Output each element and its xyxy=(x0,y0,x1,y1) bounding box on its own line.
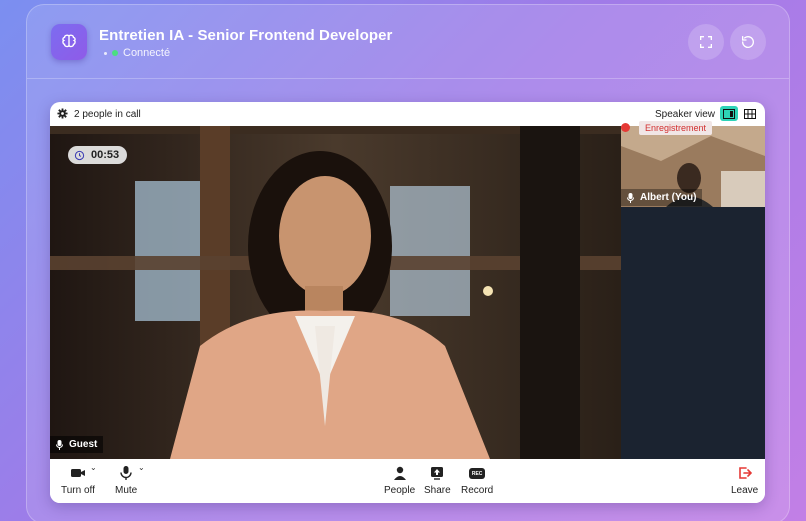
status-label: Connecté xyxy=(123,47,171,59)
share-button[interactable]: Share xyxy=(424,466,451,496)
people-count: 2 people in call xyxy=(74,109,141,120)
person-icon xyxy=(393,466,406,480)
microphone-icon xyxy=(120,466,132,480)
view-mode-label: Speaker view xyxy=(654,109,715,120)
record-label: Record xyxy=(461,485,494,496)
grid-view-icon xyxy=(744,108,756,119)
recording-dot-icon xyxy=(621,123,630,132)
main-participant-tag: Guest xyxy=(50,436,104,453)
main-video-feed: 00:53 Guest xyxy=(50,126,621,459)
clock-icon xyxy=(74,150,85,160)
call-timer: 00:53 xyxy=(68,146,128,164)
gear-icon[interactable] xyxy=(57,108,68,119)
speaker-video xyxy=(50,126,621,459)
record-icon: REC xyxy=(469,468,486,479)
leave-button[interactable]: Leave xyxy=(731,466,758,496)
mute-button[interactable]: Mute xyxy=(115,466,137,496)
video-call-window: 2 people in call Speaker view 00:53 Gues… xyxy=(50,102,765,503)
timer-value: 00:53 xyxy=(91,149,120,161)
fullscreen-button[interactable] xyxy=(688,24,724,60)
refresh-icon xyxy=(741,36,754,48)
self-participant-tag: Albert (You) xyxy=(621,189,703,206)
microphone-icon xyxy=(627,192,634,203)
refresh-button[interactable] xyxy=(730,24,766,60)
speaker-view-icon xyxy=(723,108,735,119)
record-icon-text: REC xyxy=(471,470,483,477)
call-controls: Turn off ⌄ Mute ⌄ People Share REC Recor… xyxy=(50,459,765,503)
page-title: Entretien IA - Senior Frontend Developer xyxy=(99,27,393,44)
recording-label: Enregistrement xyxy=(639,120,713,135)
camera-label: Turn off xyxy=(61,485,95,496)
status-dot-icon xyxy=(112,50,118,56)
people-label: People xyxy=(384,485,416,496)
people-button[interactable]: People xyxy=(384,466,415,496)
self-participant-name: Albert (You) xyxy=(640,192,697,203)
chevron-down-icon[interactable]: ⌄ xyxy=(90,463,97,472)
separator-dot xyxy=(104,51,107,55)
microphone-icon xyxy=(56,439,63,450)
header: Entretien IA - Senior Frontend Developer… xyxy=(27,5,789,79)
main-participant-name: Guest xyxy=(69,439,98,450)
speaker-view-button[interactable] xyxy=(720,106,738,121)
record-button[interactable]: REC Record xyxy=(461,466,493,496)
recording-badge: Enregistrement xyxy=(621,120,713,135)
leave-label: Leave xyxy=(731,485,759,496)
connection-status: Connecté xyxy=(104,47,170,59)
chevron-down-icon[interactable]: ⌄ xyxy=(138,463,145,472)
share-label: Share xyxy=(424,485,451,496)
fullscreen-icon xyxy=(700,36,712,48)
mute-label: Mute xyxy=(115,485,138,496)
share-screen-icon xyxy=(431,467,444,480)
brain-icon xyxy=(51,24,87,60)
video-camera-icon xyxy=(70,469,85,477)
grid-view-button[interactable] xyxy=(741,106,759,121)
self-video-thumbnail[interactable]: Albert (You) xyxy=(621,126,765,207)
leave-icon xyxy=(738,467,752,479)
participant-sidebar: Albert (You) xyxy=(621,126,765,459)
